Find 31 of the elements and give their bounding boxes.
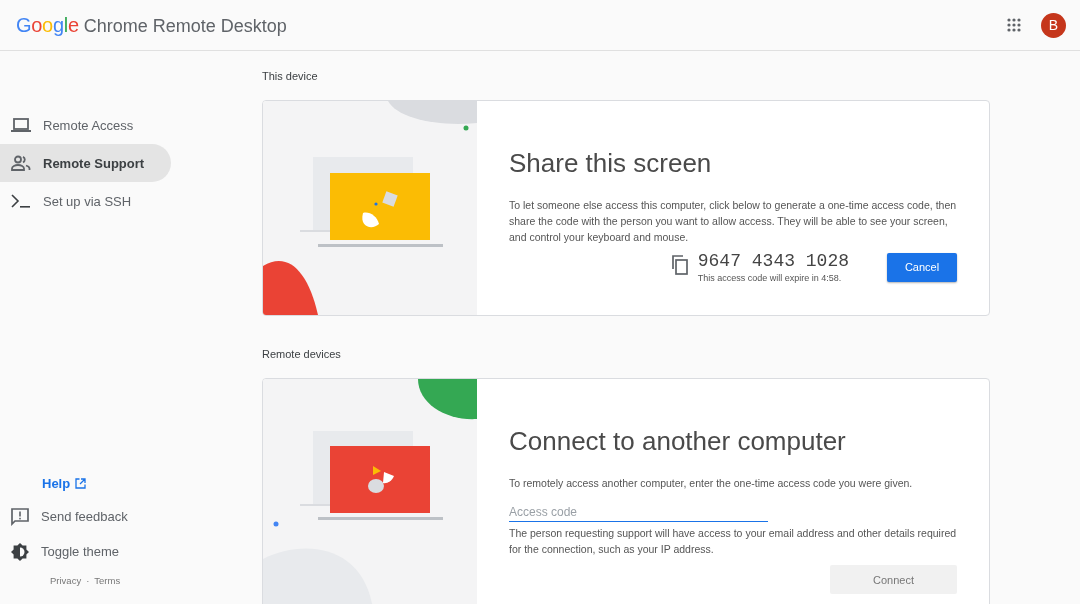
apps-grid-icon[interactable] bbox=[1007, 18, 1021, 32]
section-heading: This device bbox=[262, 70, 319, 82]
sidebar-item[interactable]: Set up via SSH bbox=[0, 182, 171, 220]
account-avatar[interactable]: B bbox=[1041, 12, 1066, 38]
privacy-note: The person requesting support will have access to your email address and other details required for the connection, such as your IP address. bbox=[509, 526, 957, 557]
expiry-note: This access code will expire in 4:58. bbox=[697, 273, 843, 283]
theme-icon bbox=[11, 542, 29, 561]
people-icon bbox=[11, 155, 31, 171]
help-link[interactable]: Help bbox=[0, 476, 87, 491]
card-title: Share this screen bbox=[509, 148, 713, 179]
feedback-icon bbox=[11, 507, 29, 526]
external-link-icon bbox=[75, 478, 87, 489]
product-name: Chrome Remote Desktop bbox=[83, 15, 287, 37]
footer-separator: · bbox=[86, 575, 90, 586]
card-description: To remotely access another computer, enter the one-time access code you were given. bbox=[509, 476, 914, 491]
card-title: Connect to another computer bbox=[509, 426, 847, 457]
access-code: 9647 4343 1028 bbox=[697, 251, 849, 271]
laptop-icon bbox=[11, 117, 31, 133]
sidebar-item[interactable]: Send feedback bbox=[0, 499, 262, 534]
card-description: To let someone else access this computer, click below to generate a one-time access code, then share the code with the person you want to allow access. They will be able to see your screen, and control your keyboard and mouse. bbox=[509, 198, 957, 245]
google-logo: Google bbox=[16, 13, 79, 37]
sidebar-item[interactable]: Remote Support bbox=[0, 144, 171, 182]
privacy-link[interactable]: Privacy bbox=[50, 575, 82, 586]
sidebar-item[interactable]: Remote Access bbox=[0, 106, 171, 144]
copy-icon[interactable] bbox=[670, 255, 688, 275]
terms-link[interactable]: Terms bbox=[94, 575, 121, 586]
cancel-button[interactable]: Cancel bbox=[887, 252, 957, 282]
section-heading: Remote devices bbox=[262, 348, 342, 360]
access-code-field[interactable]: Access code bbox=[509, 501, 768, 522]
sidebar-item[interactable]: Toggle theme bbox=[0, 534, 262, 569]
terminal-prompt-icon bbox=[11, 193, 31, 209]
